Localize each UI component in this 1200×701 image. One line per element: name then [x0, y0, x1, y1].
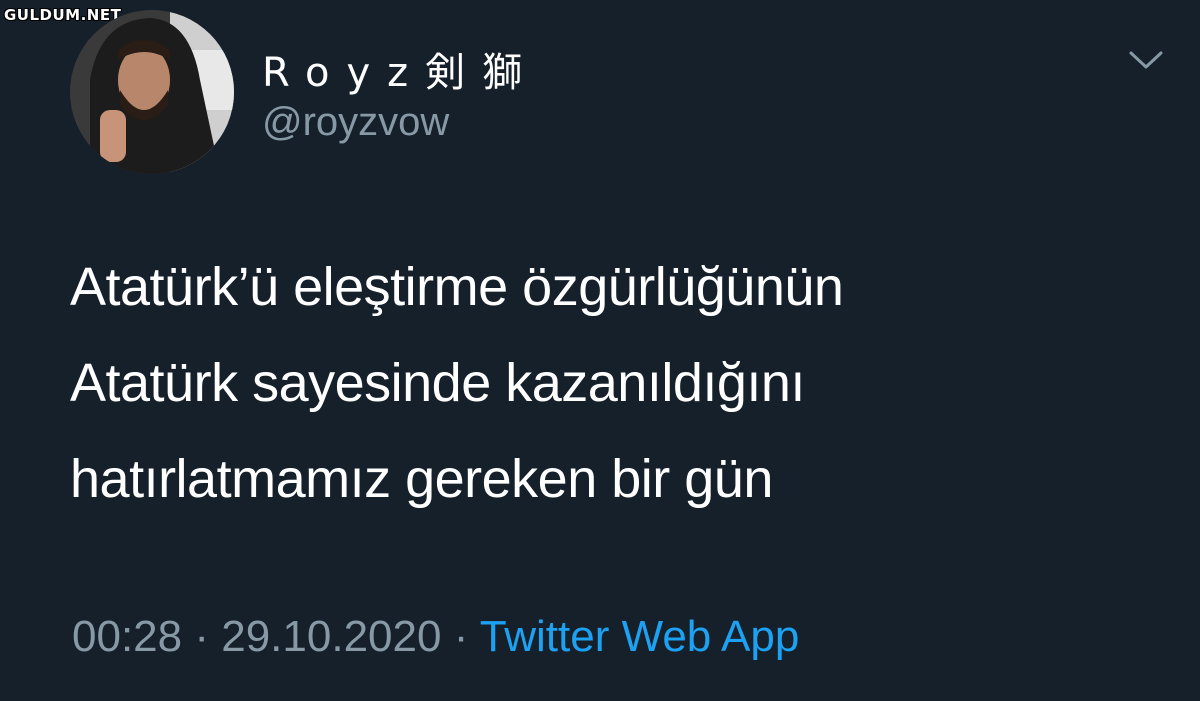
- tweet-date[interactable]: 29.10.2020: [221, 612, 441, 661]
- watermark-logo: GULDUM.NET: [4, 6, 122, 24]
- chevron-down-icon[interactable]: [1126, 45, 1166, 75]
- tweet-line: Atatürk’ü eleştirme özgürlüğünün: [70, 257, 844, 317]
- tweet-line: Atatürk sayesinde kazanıldığını: [70, 353, 805, 413]
- user-handle[interactable]: @royzvow: [262, 100, 449, 145]
- meta-separator: ·: [194, 612, 209, 661]
- tweet-time[interactable]: 00:28: [72, 612, 182, 661]
- avatar-photo-icon: [70, 10, 234, 174]
- meta-separator: ·: [453, 612, 469, 661]
- tweet-meta: 00:28 · 29.10.2020 · Twitter Web App: [72, 612, 799, 662]
- avatar[interactable]: [70, 10, 234, 174]
- tweet-text: Atatürk’ü eleştirme özgürlüğünün Atatürk…: [70, 250, 1150, 538]
- tweet-line: hatırlatmamız gereken bir gün: [70, 449, 773, 509]
- tweet-source-link[interactable]: Twitter Web App: [480, 612, 800, 661]
- display-name[interactable]: Royz剣獅: [262, 40, 539, 98]
